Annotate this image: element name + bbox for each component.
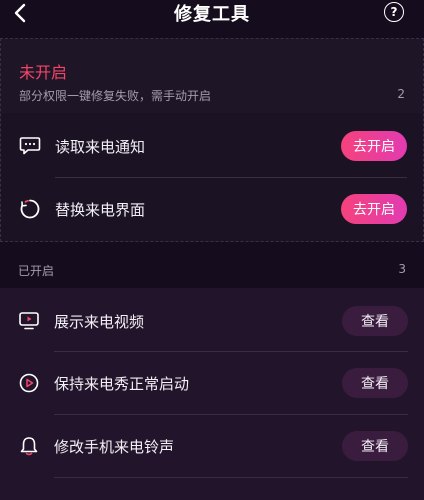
list-item-change-ringtone: 修改手机来电铃声 查看 (0, 415, 424, 477)
help-icon: ? (390, 5, 398, 19)
play-circle-icon (18, 372, 40, 394)
page-title: 修复工具 (174, 4, 250, 25)
help-button[interactable]: ? (384, 2, 404, 22)
list-item-label: 保持来电秀正常启动 (54, 374, 190, 393)
list-item-read-call-notification: 读取来电通知 去开启 (1, 115, 423, 177)
disabled-section-count: 2 (397, 87, 405, 101)
enable-button-replace-call-screen[interactable]: 去开启 (341, 194, 407, 224)
enabled-section-header: 已开启 3 (0, 246, 424, 288)
back-button[interactable] (8, 0, 32, 26)
divider (54, 477, 408, 478)
enable-button-read-call-notification[interactable]: 去开启 (341, 131, 407, 161)
view-button-show-call-video[interactable]: 查看 (342, 306, 408, 336)
view-button-keep-call-show-running[interactable]: 查看 (342, 368, 408, 398)
list-item-label: 替换来电界面 (55, 200, 146, 219)
disabled-section-header: 未开启 部分权限一键修复失败，需手动开启 2 (1, 39, 423, 113)
chevron-left-icon (14, 3, 26, 23)
bell-icon (18, 435, 40, 457)
app-screen: 修复工具 ? 未开启 部分权限一键修复失败，需手动开启 2 读取来电通知 去开启 (0, 0, 424, 500)
refresh-icon (19, 198, 41, 220)
list-item-label: 修改手机来电铃声 (54, 437, 175, 456)
list-item-keep-call-show-running: 保持来电秀正常启动 查看 (0, 352, 424, 414)
enabled-section: 展示来电视频 查看 保持来电秀正常启动 查看 修改手机来电铃声 查看 (0, 288, 424, 500)
list-item-label: 展示来电视频 (54, 312, 145, 331)
enabled-section-title: 已开启 (18, 264, 55, 278)
monitor-icon (18, 310, 40, 332)
list-item-show-call-video: 展示来电视频 查看 (0, 290, 424, 352)
chat-bubble-icon (19, 135, 41, 157)
header-bar: 修复工具 ? (0, 0, 424, 28)
disabled-section-description: 部分权限一键修复失败，需手动开启 (19, 89, 212, 103)
list-item-replace-call-screen: 替换来电界面 去开启 (1, 178, 423, 240)
view-button-change-ringtone[interactable]: 查看 (342, 431, 408, 461)
disabled-section: 未开启 部分权限一键修复失败，需手动开启 2 读取来电通知 去开启 替换来电界面… (0, 38, 424, 242)
enabled-section-count: 3 (398, 262, 406, 276)
disabled-section-title: 未开启 (19, 63, 68, 82)
list-item-label: 读取来电通知 (55, 137, 146, 156)
